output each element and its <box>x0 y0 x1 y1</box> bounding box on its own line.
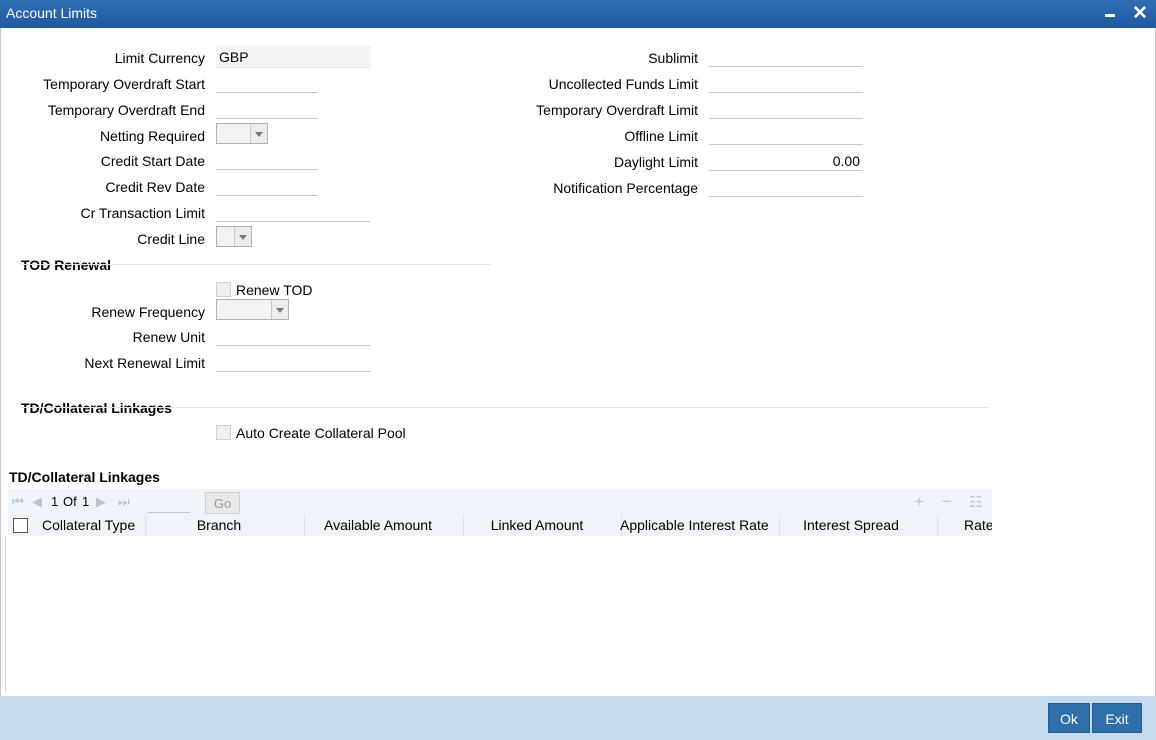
window-title: Account Limits <box>6 5 98 21</box>
column-header[interactable]: Interest Spread <box>778 515 924 536</box>
first-page-icon[interactable]: ⏮ <box>12 494 24 510</box>
credit-line-select[interactable] <box>216 226 252 247</box>
next-renewal-limit-field[interactable] <box>216 352 370 372</box>
footer-bar: Ok Exit <box>0 696 1156 740</box>
page-number-input[interactable] <box>148 493 190 513</box>
add-row-icon[interactable]: + <box>914 492 924 512</box>
renew-frequency-label: Renew Frequency <box>91 304 205 320</box>
netting-required-label: Netting Required <box>99 128 205 144</box>
grid-header: Collateral Type Branch Available Amount … <box>8 515 992 536</box>
sublimit-field[interactable] <box>709 47 863 67</box>
renew-tod-checkbox[interactable] <box>216 282 231 297</box>
minimize-icon[interactable] <box>1100 4 1120 24</box>
chevron-down-icon <box>250 124 267 143</box>
exit-button[interactable]: Exit <box>1092 703 1142 733</box>
renew-unit-label: Renew Unit <box>132 329 205 345</box>
column-header[interactable]: Branch <box>146 515 292 536</box>
credit-start-date-label: Credit Start Date <box>100 153 205 169</box>
notification-percentage-field[interactable] <box>709 177 863 197</box>
select-all-checkbox[interactable] <box>13 518 28 533</box>
chevron-down-icon <box>234 227 251 246</box>
credit-rev-date-label: Credit Rev Date <box>105 179 205 195</box>
account-limits-form: Limit Currency Temporary Overdraft Start… <box>0 28 1156 696</box>
renew-frequency-select[interactable] <box>216 299 289 320</box>
cr-transaction-limit-field[interactable] <box>216 202 370 222</box>
current-page: 1 <box>51 494 59 509</box>
total-pages: 1 <box>82 494 90 509</box>
column-header[interactable]: Collateral Type <box>42 515 135 536</box>
section-divider <box>21 407 989 408</box>
go-button[interactable]: Go <box>205 492 240 514</box>
tod-start-field[interactable] <box>216 73 318 93</box>
column-header[interactable]: Applicable Interest Rate <box>620 515 769 536</box>
tod-limit-label: Temporary Overdraft Limit <box>536 102 698 118</box>
tod-end-field[interactable] <box>216 99 318 119</box>
netting-required-select[interactable] <box>216 123 268 144</box>
column-header[interactable]: Rate <box>964 515 992 536</box>
tod-start-label: Temporary Overdraft Start <box>43 76 205 92</box>
auto-create-collateral-pool-label: Auto Create Collateral Pool <box>236 425 406 441</box>
sublimit-label: Sublimit <box>648 50 698 66</box>
ok-button[interactable]: Ok <box>1048 703 1090 733</box>
next-page-icon[interactable]: ▶ <box>96 494 106 510</box>
title-bar: Account Limits ✕ <box>0 0 1156 28</box>
column-header[interactable]: Available Amount <box>305 515 451 536</box>
tod-end-label: Temporary Overdraft End <box>47 102 205 118</box>
close-icon[interactable]: ✕ <box>1130 4 1150 24</box>
grid-body-edge <box>5 536 6 692</box>
credit-start-date-field[interactable] <box>216 150 318 170</box>
last-page-icon[interactable]: ⏭ <box>118 494 130 510</box>
limit-currency-field[interactable] <box>216 46 371 68</box>
notification-percentage-label: Notification Percentage <box>553 180 698 196</box>
section-divider <box>21 264 491 265</box>
daylight-limit-label: Daylight Limit <box>613 154 698 170</box>
credit-line-label: Credit Line <box>137 231 205 247</box>
offline-limit-label: Offline Limit <box>624 128 698 144</box>
column-header[interactable]: Linked Amount <box>464 515 610 536</box>
chevron-down-icon <box>271 300 288 319</box>
previous-page-icon[interactable]: ◀ <box>32 494 42 510</box>
single-view-icon[interactable]: ☷ <box>969 493 982 511</box>
grid-title: TD/Collateral Linkages <box>9 469 160 485</box>
auto-create-collateral-pool-checkbox[interactable] <box>216 425 231 440</box>
credit-rev-date-field[interactable] <box>216 176 318 196</box>
offline-limit-field[interactable] <box>709 125 863 145</box>
renew-tod-label: Renew TOD <box>236 282 313 298</box>
renew-unit-field[interactable] <box>216 326 370 346</box>
delete-row-icon[interactable]: − <box>942 492 952 512</box>
limit-currency-label: Limit Currency <box>114 50 205 66</box>
tod-limit-field[interactable] <box>709 99 863 119</box>
td-collateral-heading: TD/Collateral Linkages <box>21 400 172 416</box>
page-of-label: Of <box>63 494 77 509</box>
uncollected-funds-limit-field[interactable] <box>709 73 863 93</box>
cr-transaction-limit-label: Cr Transaction Limit <box>80 205 205 221</box>
daylight-limit-field[interactable] <box>709 151 863 171</box>
next-renewal-limit-label: Next Renewal Limit <box>84 355 205 371</box>
tod-renewal-heading: TOD Renewal <box>21 257 111 273</box>
grid-toolbar: ⏮ ◀ 1 Of 1 ▶ ⏭ Go + − ☷ <box>8 489 992 515</box>
uncollected-funds-limit-label: Uncollected Funds Limit <box>548 76 698 92</box>
